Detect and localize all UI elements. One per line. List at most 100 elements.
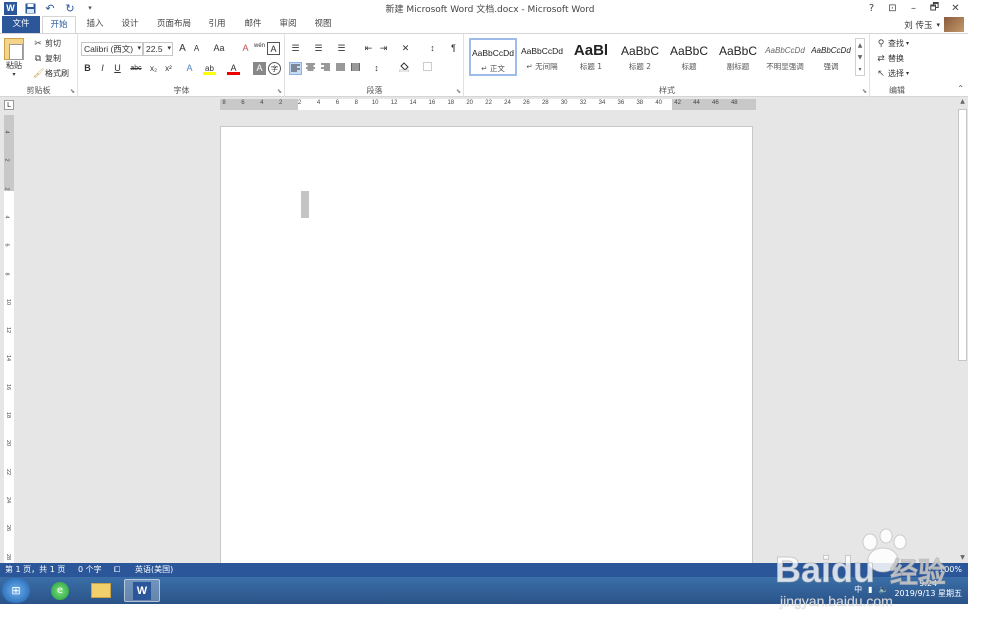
tab-references[interactable]: 引用	[202, 16, 232, 33]
tab-mailings[interactable]: 邮件	[238, 16, 268, 33]
phonetic-guide-button[interactable]: wén	[253, 40, 266, 53]
font-name-select[interactable]: Calibri (西文) ▾	[81, 42, 143, 56]
styles-launcher-icon[interactable]: ⬊	[862, 88, 867, 95]
style-title[interactable]: AaBbC 标题	[665, 38, 713, 76]
style-heading-1[interactable]: AaBl 标题 1	[567, 38, 615, 76]
replace-button[interactable]: ⇄ 替换	[876, 53, 904, 64]
language[interactable]: 英语(美国)	[135, 563, 173, 577]
subscript-button[interactable]: x₂	[147, 62, 160, 75]
character-shading-button[interactable]: A	[253, 62, 266, 75]
zoom-level[interactable]: 100%	[939, 563, 962, 577]
vertical-ruler[interactable]: 4 2 2 4 6 8 10 12 14 16 18 20 22 24 26 28	[4, 115, 14, 564]
style-no-spacing[interactable]: AaBbCcDd ↵ 无间隔	[518, 38, 566, 76]
redo-icon[interactable]: ↻	[63, 1, 77, 15]
style-subtitle[interactable]: AaBbC 副标题	[714, 38, 762, 76]
font-color-button[interactable]: A	[227, 62, 240, 75]
clipboard-launcher-icon[interactable]: ⬊	[70, 88, 75, 95]
distributed-button[interactable]	[349, 62, 362, 75]
scroll-down-icon[interactable]: ▼	[957, 553, 968, 563]
vertical-scrollbar[interactable]: ▲ ▼	[957, 97, 968, 563]
bold-button[interactable]: B	[81, 62, 94, 75]
font-launcher-icon[interactable]: ⬊	[277, 88, 282, 95]
find-button[interactable]: ⚲ 查找 ▾	[876, 38, 909, 49]
enclose-characters-button[interactable]: 字	[268, 62, 281, 75]
highlight-button[interactable]: ab	[203, 62, 216, 75]
tab-home[interactable]: 开始	[42, 16, 76, 34]
chinese-layout-button[interactable]: ✕	[399, 42, 412, 55]
decrease-indent-button[interactable]: ⇤	[362, 42, 375, 55]
tab-selector[interactable]: L	[4, 100, 14, 110]
paragraph-launcher-icon[interactable]: ⬊	[456, 88, 461, 95]
page-count[interactable]: 第 1 页，共 1 页	[5, 563, 65, 577]
copy-button[interactable]: ⧉ 复制	[33, 53, 61, 64]
style-heading-2[interactable]: AaBbC 标题 2	[616, 38, 664, 76]
minimize-button[interactable]: –	[903, 0, 924, 16]
volume-icon[interactable]: 🔈	[878, 585, 888, 594]
tab-design[interactable]: 设计	[115, 16, 145, 33]
character-border-button[interactable]: A	[267, 42, 280, 55]
tab-page-layout[interactable]: 页面布局	[150, 16, 198, 33]
clear-formatting-button[interactable]: A	[239, 42, 252, 55]
shading-button[interactable]	[397, 62, 410, 75]
align-left-button[interactable]	[289, 62, 302, 75]
style-emphasis[interactable]: AaBbCcDd 强调	[807, 38, 855, 76]
align-center-button[interactable]	[304, 62, 317, 75]
horizontal-ruler[interactable]: 8 6 4 2 2 4 6 8 10 12 14 16 18 20 22 24 26 28 30 32 34 36 38 40…	[220, 99, 756, 110]
taskbar-browser[interactable]: e	[42, 579, 78, 602]
taskbar-explorer[interactable]	[83, 579, 119, 602]
borders-button[interactable]	[421, 62, 434, 75]
style-subtle-emphasis[interactable]: AaBbCcDd 不明显强调	[761, 38, 809, 76]
help-button[interactable]: ?	[861, 0, 882, 16]
word-app-icon[interactable]: W	[4, 1, 17, 15]
superscript-button[interactable]: x²	[162, 62, 175, 75]
start-button[interactable]: ⊞	[2, 578, 30, 603]
bullets-button[interactable]: ☰	[289, 42, 302, 55]
document-page[interactable]	[220, 126, 753, 566]
tab-insert[interactable]: 插入	[80, 16, 110, 33]
numbering-button[interactable]: ☰	[312, 42, 325, 55]
customize-qat-icon[interactable]: ▾	[83, 1, 97, 15]
format-painter-button[interactable]: 🖌 格式刷	[33, 68, 69, 79]
proofing-icon[interactable]: ⧠	[114, 563, 120, 577]
show-hide-marks-button[interactable]: ¶	[447, 42, 460, 55]
grow-font-button[interactable]: A	[176, 42, 189, 55]
align-right-button[interactable]	[319, 62, 332, 75]
text-effects-button[interactable]: A	[183, 62, 196, 75]
change-case-button[interactable]: Aa	[209, 42, 229, 55]
save-icon[interactable]	[23, 1, 37, 15]
ribbon-display-options-button[interactable]: ⊡	[882, 0, 903, 16]
font-size-select[interactable]: 22.5 ▾	[143, 42, 173, 56]
sort-button[interactable]: ↕	[426, 42, 439, 55]
undo-icon[interactable]: ↶	[43, 1, 57, 15]
network-icon[interactable]: ▮	[868, 585, 872, 594]
underline-button[interactable]: U	[111, 62, 124, 75]
style-normal[interactable]: AaBbCcDd ↵ 正文	[469, 38, 517, 76]
select-button[interactable]: ↖ 选择 ▾	[876, 68, 909, 79]
scroll-thumb[interactable]	[958, 109, 967, 361]
ime-indicator[interactable]: 中	[854, 584, 862, 595]
line-spacing-button[interactable]: ↕	[370, 62, 383, 75]
clock[interactable]: 9:24 2019/9/13 星期五	[894, 579, 962, 599]
cut-button[interactable]: ✂ 剪切	[33, 38, 61, 49]
paste-button[interactable]: 粘贴 ▾	[4, 38, 24, 78]
more-styles-icon[interactable]: ▾	[858, 66, 861, 73]
tab-review[interactable]: 审阅	[273, 16, 303, 33]
collapse-ribbon-icon[interactable]: ⌃	[957, 84, 964, 93]
shrink-font-button[interactable]: A	[190, 42, 203, 55]
user-account[interactable]: 刘 传玉 ▾	[904, 17, 964, 32]
restore-button[interactable]: 🗗	[924, 0, 945, 16]
chevron-up-icon[interactable]: ▲	[858, 42, 863, 49]
italic-button[interactable]: I	[96, 62, 109, 75]
tab-file[interactable]: 文件	[2, 16, 40, 33]
multilevel-list-button[interactable]: ☰	[335, 42, 348, 55]
styles-gallery-scroll[interactable]: ▲ ▼ ▾	[855, 38, 865, 76]
increase-indent-button[interactable]: ⇥	[377, 42, 390, 55]
taskbar-word[interactable]: W	[124, 579, 160, 602]
strikethrough-button[interactable]: abc	[127, 62, 145, 75]
chevron-down-icon[interactable]: ▼	[858, 54, 863, 61]
word-count[interactable]: 0 个字	[78, 563, 102, 577]
scroll-up-icon[interactable]: ▲	[957, 97, 968, 107]
tab-view[interactable]: 视图	[308, 16, 338, 33]
justify-button[interactable]	[334, 62, 347, 75]
close-button[interactable]: ✕	[945, 0, 966, 16]
